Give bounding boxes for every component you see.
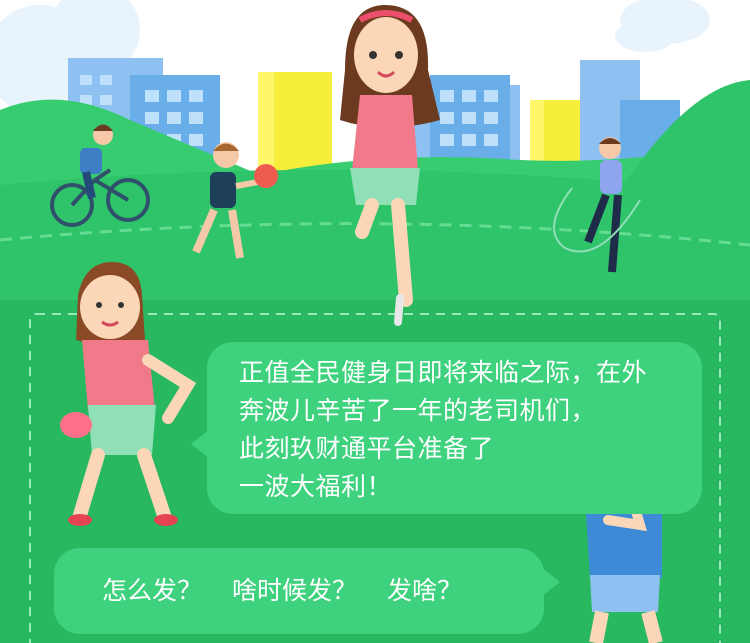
intro-line: 正值全民健身日即将来临之际，在外	[239, 358, 648, 387]
questions-speech-bubble: 怎么发？ 啥时候发？ 发啥？	[54, 548, 560, 634]
intro-line: 此刻玖财通平台准备了	[239, 434, 495, 463]
question-how: 怎么发？	[102, 576, 203, 605]
background-illustration	[0, 0, 750, 643]
question-what: 发啥？	[387, 576, 463, 605]
speech-bubble-tail	[542, 568, 560, 596]
intro-speech-bubble: 正值全民健身日即将来临之际，在外 奔波儿辛苦了一年的老司机们， 此刻玖财通平台准…	[191, 342, 702, 514]
speech-bubble-tail	[191, 430, 209, 458]
intro-line: 奔波儿辛苦了一年的老司机们，	[239, 396, 597, 425]
intro-line: 一波大福利！	[239, 472, 393, 501]
question-when: 啥时候发？	[232, 576, 358, 605]
intro-text: 正值全民健身日即将来临之际，在外 奔波儿辛苦了一年的老司机们， 此刻玖财通平台准…	[239, 354, 647, 506]
